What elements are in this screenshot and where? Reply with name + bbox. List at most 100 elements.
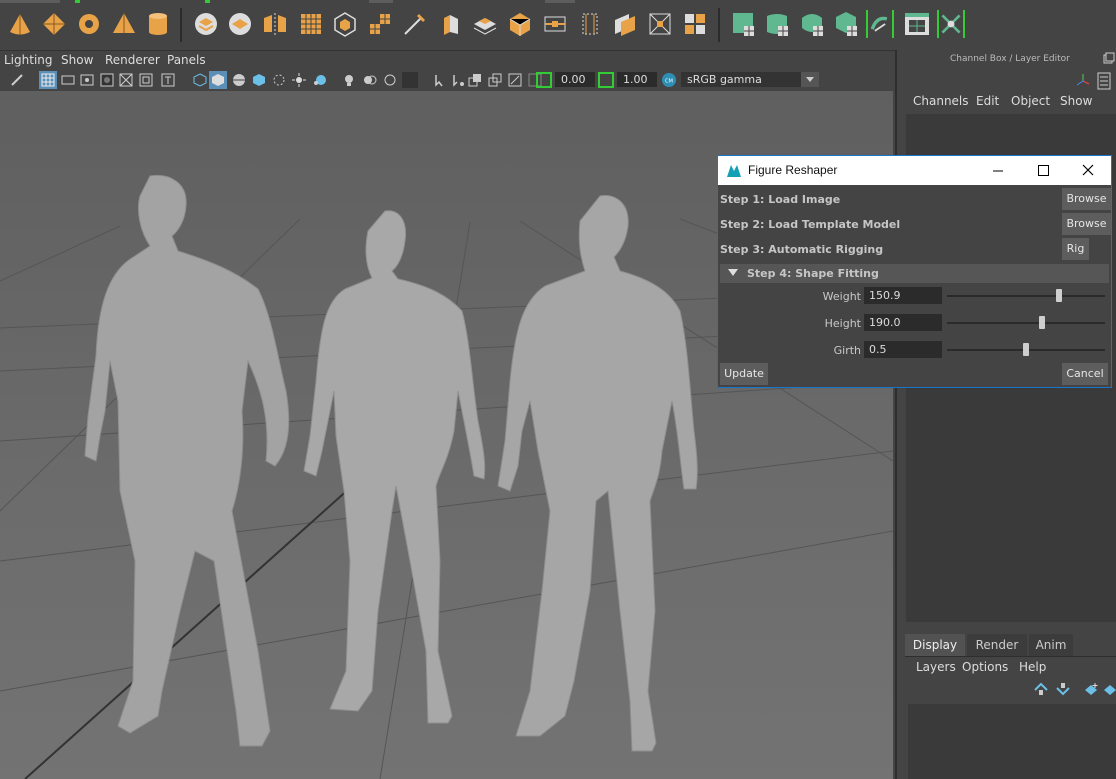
select-camera-icon[interactable] (10, 73, 24, 87)
weight-slider-handle[interactable] (1056, 289, 1063, 302)
color-management-icon[interactable]: CM (661, 72, 677, 88)
menu-renderer[interactable]: Renderer (105, 53, 160, 67)
move-layer-down-icon[interactable] (1055, 682, 1071, 696)
smooth-grid-icon[interactable] (297, 10, 325, 38)
poly-cylinder-icon[interactable] (144, 10, 172, 38)
field-chart-icon[interactable] (119, 73, 133, 87)
menu-edit[interactable]: Edit (976, 94, 999, 108)
menu-options[interactable]: Options (962, 660, 1008, 674)
mirror-icon[interactable] (261, 10, 289, 38)
uv-automatic-icon[interactable] (833, 10, 861, 38)
girth-slider-handle[interactable] (1023, 343, 1029, 356)
bevel-icon[interactable] (506, 10, 534, 38)
smooth-shade-icon[interactable] (211, 73, 225, 87)
uv-cut-sew-icon[interactable] (866, 10, 894, 38)
use-lights-icon[interactable] (272, 73, 286, 87)
uv-planar-icon[interactable] (730, 10, 758, 38)
close-button[interactable] (1065, 156, 1111, 185)
figure-slim[interactable] (303, 210, 486, 724)
exposure-field[interactable]: 0.00 (555, 72, 595, 87)
grid-icon[interactable] (41, 73, 55, 87)
girth-field[interactable]: 0.5 (864, 341, 942, 358)
poly-torus-icon[interactable] (75, 10, 103, 38)
new-layer-from-selection-icon[interactable] (1103, 682, 1116, 696)
axis-gizmo-icon[interactable] (1075, 72, 1091, 88)
anti-aliasing-icon[interactable] (363, 73, 377, 87)
color-space-select[interactable]: sRGB gamma (681, 72, 801, 87)
height-field[interactable]: 190.0 (864, 314, 942, 331)
menu-channels[interactable]: Channels (913, 94, 969, 108)
menu-panels[interactable]: Panels (167, 53, 206, 67)
menu-help[interactable]: Help (1019, 660, 1046, 674)
textured-icon[interactable] (252, 73, 266, 87)
uv-unfold-icon[interactable] (937, 10, 965, 38)
safe-action-icon[interactable] (139, 73, 153, 87)
resolution-gate-icon[interactable] (80, 73, 94, 87)
uv-cylindrical-icon[interactable] (764, 10, 792, 38)
figure-heavy[interactable] (84, 174, 290, 747)
motion-blur-icon[interactable] (342, 73, 356, 87)
cancel-button[interactable]: Cancel (1062, 363, 1108, 385)
poly-plane-diamond-icon[interactable] (40, 10, 68, 38)
tab-display[interactable]: Display (905, 634, 965, 656)
menu-object[interactable]: Object (1011, 94, 1050, 108)
insert-edge-loop-icon[interactable] (541, 10, 569, 38)
uv-editor-icon[interactable] (903, 10, 931, 38)
new-layer-icon[interactable] (1083, 682, 1099, 696)
xray-joints-icon[interactable] (451, 73, 465, 87)
gamma-field[interactable]: 1.00 (617, 72, 657, 87)
frame-all-icon[interactable] (468, 73, 482, 87)
gate-mask-icon[interactable] (100, 73, 114, 87)
frame-selected-icon[interactable] (488, 73, 502, 87)
tab-render[interactable]: Render (967, 634, 1027, 656)
float-panel-icon[interactable] (1103, 52, 1115, 64)
multi-cut-icon[interactable] (401, 10, 429, 38)
color-space-dropdown-button[interactable] (801, 72, 819, 87)
minimize-button[interactable] (975, 156, 1021, 185)
pan-zoom-icon[interactable] (508, 73, 522, 87)
extrude-icon[interactable] (436, 10, 464, 38)
wireframe-icon[interactable] (193, 73, 207, 87)
channel-box-toggle-icon[interactable] (1097, 72, 1111, 90)
film-gate-icon[interactable] (61, 73, 75, 87)
menu-show[interactable]: Show (61, 53, 93, 67)
combine-icon[interactable] (192, 10, 220, 38)
xray-icon[interactable] (433, 73, 447, 87)
bevel-cube-icon[interactable] (331, 10, 359, 38)
shadows-icon[interactable] (292, 73, 306, 87)
menu-layers[interactable]: Layers (916, 660, 956, 674)
tab-anim[interactable]: Anim (1029, 634, 1073, 656)
update-button[interactable]: Update (720, 363, 768, 385)
height-slider-handle[interactable] (1038, 316, 1045, 329)
maximize-button[interactable] (1020, 156, 1066, 185)
shape-fitting-section-header[interactable]: Step 4: Shape Fitting (720, 264, 1109, 283)
weight-slider-track[interactable] (947, 295, 1105, 297)
safe-title-icon[interactable] (161, 73, 175, 87)
separate-icon[interactable] (226, 10, 254, 38)
target-weld-icon[interactable] (646, 10, 674, 38)
window-titlebar[interactable]: Figure Reshaper (718, 156, 1111, 185)
gamma-toggle-icon[interactable] (598, 72, 614, 88)
height-slider-track[interactable] (947, 322, 1105, 324)
screen-space-ao-icon[interactable] (312, 73, 326, 87)
poly-cone-icon[interactable] (6, 10, 34, 38)
menu-lighting[interactable]: Lighting (4, 53, 53, 67)
menu-show[interactable]: Show (1060, 94, 1092, 108)
move-layer-up-icon[interactable] (1033, 682, 1049, 696)
figure-tall[interactable] (497, 194, 698, 752)
append-polygon-icon[interactable] (611, 10, 639, 38)
bridge-icon[interactable] (471, 10, 499, 38)
depth-of-field-icon[interactable] (383, 73, 397, 87)
browse-image-button[interactable]: Browse (1062, 188, 1111, 210)
boolean-grid-icon[interactable] (366, 10, 394, 38)
poly-pyramid-icon[interactable] (110, 10, 138, 38)
weight-field[interactable]: 150.9 (864, 287, 942, 304)
layer-list-area[interactable] (908, 704, 1116, 779)
offset-edge-loop-icon[interactable] (576, 10, 604, 38)
browse-template-button[interactable]: Browse (1062, 213, 1111, 235)
isolate-select-icon[interactable] (402, 72, 418, 88)
uv-spherical-icon[interactable] (799, 10, 827, 38)
merge-grid-icon[interactable] (681, 10, 709, 38)
rig-button[interactable]: Rig (1062, 238, 1089, 260)
wireframe-on-shaded-icon[interactable] (232, 73, 246, 87)
